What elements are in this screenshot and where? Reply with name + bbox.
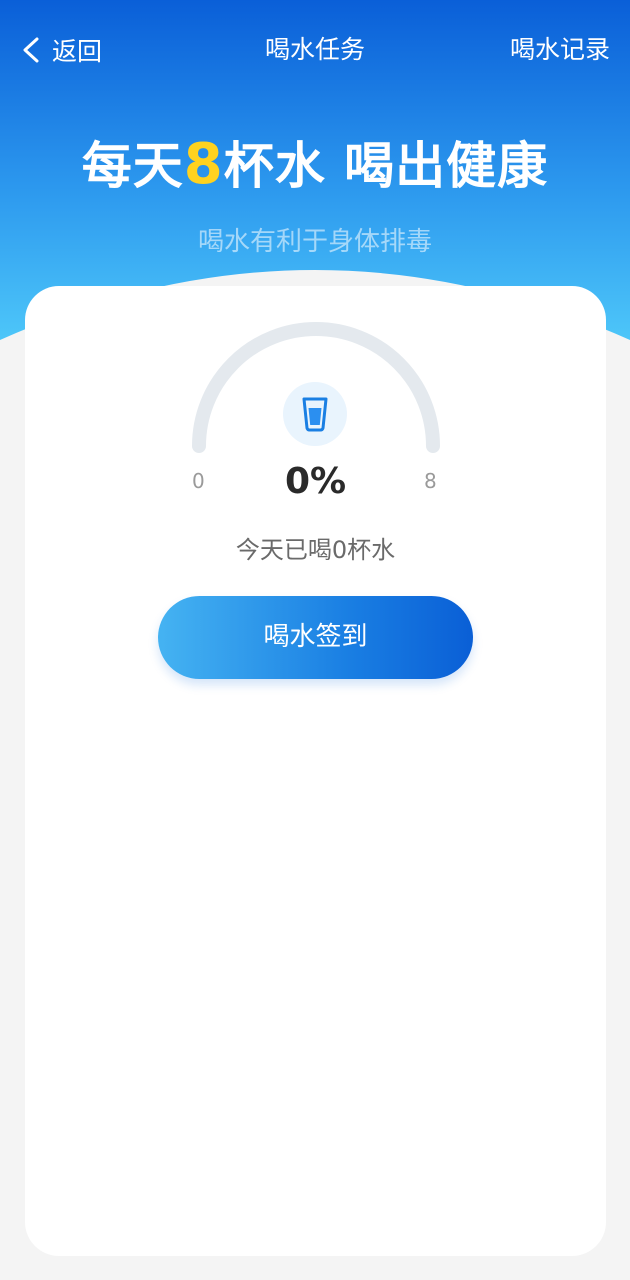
gauge-max-label: 8 [424,469,437,493]
task-card: 0 0% 8 今天已喝0杯水 喝水签到 [25,286,606,1256]
water-cup-icon [302,397,328,432]
drink-checkin-button[interactable]: 喝水签到 [158,596,473,679]
today-drink-status: 今天已喝0杯水 [235,536,396,564]
hero-headline: 每天8杯水 喝出健康 [0,130,630,201]
headline-prefix: 每天 [81,137,184,195]
water-cup-badge [283,382,347,446]
headline-number: 8 [183,132,224,197]
drink-records-link[interactable]: 喝水记录 [510,22,610,78]
progress-percent: 0% [284,461,347,502]
hero-subtitle: 喝水有利于身体排毒 [197,227,432,257]
navigation-bar: 返回 喝水任务 喝水记录 [0,22,630,78]
headline-suffix: 杯水 喝出健康 [223,137,549,195]
